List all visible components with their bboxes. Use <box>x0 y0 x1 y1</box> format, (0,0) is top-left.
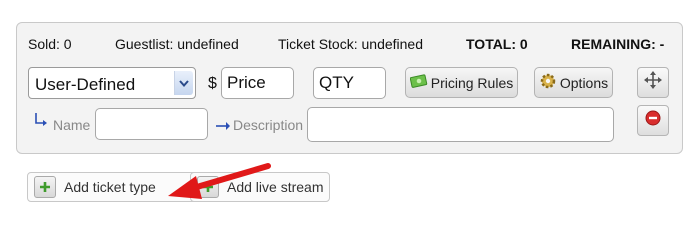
name-input[interactable] <box>95 108 208 140</box>
options-label: Options <box>559 74 609 91</box>
move-button[interactable] <box>637 67 669 98</box>
sold-stat: Sold: 0 <box>28 36 72 52</box>
options-button[interactable]: Options <box>534 67 613 98</box>
name-label: Name <box>53 117 91 133</box>
total-stat: TOTAL: 0 <box>466 36 528 52</box>
pricing-rules-label: Pricing Rules <box>430 74 514 91</box>
move-arrows-icon <box>643 70 663 95</box>
description-label: Description <box>233 117 304 133</box>
pricing-rules-button[interactable]: Pricing Rules <box>405 67 518 98</box>
gear-icon <box>539 72 557 93</box>
annotation-arrow-icon <box>168 163 271 199</box>
remaining-stat: REMAINING: - <box>571 36 665 52</box>
right-arrow-icon <box>215 118 231 136</box>
add-ticket-type-label: Add ticket type <box>64 179 156 195</box>
chevron-down-icon <box>174 71 193 95</box>
ticket-type-select-value: User-Defined <box>35 75 136 94</box>
plus-icon <box>34 176 56 198</box>
price-input[interactable] <box>221 67 294 99</box>
guestlist-stat: Guestlist: undefined <box>115 36 239 52</box>
qty-input[interactable] <box>313 67 386 99</box>
description-input[interactable] <box>307 107 614 142</box>
money-icon <box>409 74 428 91</box>
remove-ticket-button[interactable] <box>637 105 669 136</box>
ticket-type-select[interactable]: User-Defined <box>28 67 196 99</box>
currency-symbol: $ <box>208 75 217 92</box>
ticket-stock-stat: Ticket Stock: undefined <box>278 36 424 52</box>
remove-icon <box>645 110 661 131</box>
return-arrow-icon <box>34 112 48 133</box>
